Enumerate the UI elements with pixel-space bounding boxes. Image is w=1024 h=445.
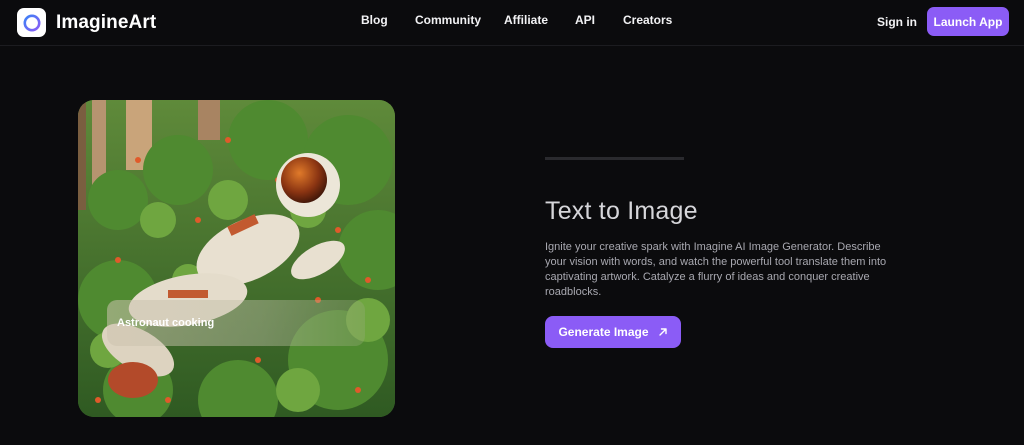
nav-link-blog[interactable]: Blog — [361, 13, 388, 27]
section-divider — [545, 157, 684, 160]
image-caption: Astronaut cooking — [107, 300, 365, 346]
main-nav: Blog Community Affiliate API Creators — [0, 13, 1024, 29]
generate-image-label: Generate Image — [558, 325, 649, 339]
nav-link-creators[interactable]: Creators — [623, 13, 672, 27]
arrow-up-right-icon — [658, 328, 667, 336]
sign-in-link[interactable]: Sign in — [877, 15, 917, 29]
nav-link-api[interactable]: API — [575, 13, 595, 27]
section-title: Text to Image — [545, 197, 698, 225]
hero-image-card: Astronaut cooking — [78, 100, 395, 417]
generate-image-button[interactable]: Generate Image — [545, 316, 681, 348]
launch-app-button[interactable]: Launch App — [927, 7, 1009, 36]
astronaut-illustration — [78, 100, 395, 417]
nav-link-community[interactable]: Community — [415, 13, 481, 27]
section-description: Ignite your creative spark with Imagine … — [545, 241, 887, 298]
top-navbar: ImagineArt Blog Community Affiliate API … — [0, 0, 1024, 46]
nav-link-affiliate[interactable]: Affiliate — [504, 13, 548, 27]
